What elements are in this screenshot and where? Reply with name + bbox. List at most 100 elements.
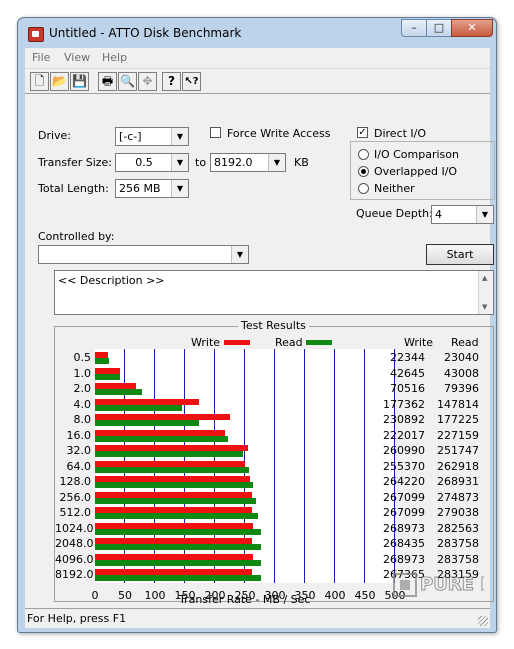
read-value: 262918 xyxy=(437,459,479,473)
chevron-down-icon[interactable]: ▼ xyxy=(171,154,188,171)
chevron-down-icon[interactable]: ▼ xyxy=(171,180,188,197)
read-bar xyxy=(95,451,243,457)
transfer-size-label: 4096.0 xyxy=(55,552,94,566)
transfer-size-label: 64.0 xyxy=(66,459,92,473)
chevron-down-icon[interactable]: ▼ xyxy=(268,154,285,171)
title-bar[interactable]: Untitled - ATTO Disk Benchmark – □ ✕ xyxy=(18,18,496,48)
write-value: 70516 xyxy=(390,382,425,395)
transfer-to-value: 8192.0 xyxy=(214,156,253,169)
x-tick-label: 0 xyxy=(91,589,99,602)
print-icon[interactable]: 🖶 xyxy=(98,72,117,91)
chevron-down-icon[interactable]: ▼ xyxy=(476,206,493,223)
transfer-size-label: 2048.0 xyxy=(55,537,94,550)
chevron-down-icon[interactable]: ▼ xyxy=(171,128,188,145)
write-value: 268973 xyxy=(383,521,425,535)
grid-line xyxy=(274,349,275,583)
total-length-select[interactable]: 256 MB ▼ xyxy=(115,179,189,198)
grid-line xyxy=(304,349,305,583)
read-bar xyxy=(95,466,250,473)
start-button[interactable]: Start xyxy=(426,244,494,265)
window-title: Untitled - ATTO Disk Benchmark xyxy=(49,26,242,40)
controlled-by-label: Controlled by: xyxy=(38,230,115,243)
direct-io-checkbox[interactable]: ✓ xyxy=(357,127,368,138)
minimize-button[interactable]: – xyxy=(401,19,427,37)
transfer-size-from-select[interactable]: 0.5 ▼ xyxy=(115,153,189,172)
read-value: 147814 xyxy=(437,397,479,411)
read-bar xyxy=(95,497,257,504)
read-value: 227159 xyxy=(437,428,479,442)
menu-view[interactable]: View xyxy=(64,51,90,64)
transfer-size-label: 0.5 xyxy=(73,351,92,364)
write-value: 268435 xyxy=(383,537,425,550)
write-value: 264220 xyxy=(383,475,425,488)
drive-value: [-c-] xyxy=(119,130,142,143)
grid-line xyxy=(334,349,335,583)
help-icon[interactable]: ? xyxy=(162,72,181,91)
force-write-checkbox[interactable] xyxy=(210,127,221,138)
read-value: 268931 xyxy=(437,475,479,488)
close-button[interactable]: ✕ xyxy=(451,19,493,37)
write-legend-swatch xyxy=(224,340,250,345)
neither-radio[interactable] xyxy=(358,183,369,194)
to-label: to xyxy=(195,156,207,169)
total-length-value: 256 MB xyxy=(119,182,161,195)
write-value: 177362 xyxy=(383,397,425,411)
write-value: 267099 xyxy=(383,490,425,504)
overlapped-io-radio[interactable] xyxy=(358,166,369,177)
grid-line xyxy=(364,349,365,583)
drive-label: Drive: xyxy=(38,129,72,142)
purepc-watermark-logo: PURE PC xyxy=(393,573,484,597)
io-comparison-radio[interactable] xyxy=(358,149,369,160)
kb-label: KB xyxy=(294,156,309,169)
read-bar xyxy=(95,575,261,581)
write-value: 255370 xyxy=(383,459,425,473)
transfer-size-to-select[interactable]: 8192.0 ▼ xyxy=(210,153,286,172)
read-value: 279038 xyxy=(437,506,479,519)
transfer-size-label: 8.0 xyxy=(73,413,92,426)
description-box[interactable]: << Description >> ▲ ▼ xyxy=(54,270,494,315)
main-panel: Drive: [-c-] ▼ Force Write Access ✓ Dire… xyxy=(25,94,495,608)
save-disk-icon[interactable]: 💾 xyxy=(70,72,89,91)
transfer-size-label: 512.0 xyxy=(59,506,92,519)
description-scrollbar[interactable]: ▲ ▼ xyxy=(478,271,493,314)
test-results-title: Test Results xyxy=(238,319,309,332)
transfer-size-label: 128.0 xyxy=(59,475,92,488)
read-value: 274873 xyxy=(437,490,479,504)
print-preview-icon[interactable]: 🔍 xyxy=(118,72,137,91)
write-value: 267099 xyxy=(383,506,425,519)
open-folder-icon[interactable]: 📂 xyxy=(50,72,69,91)
maximize-button[interactable]: □ xyxy=(426,19,452,37)
transfer-from-value: 0.5 xyxy=(135,156,153,169)
overlapped-io-label: Overlapped I/O xyxy=(374,165,458,178)
context-help-icon[interactable]: ↖? xyxy=(182,72,201,91)
write-value: 222017 xyxy=(383,428,425,442)
read-bar xyxy=(95,482,253,488)
transfer-size-label: 2.0 xyxy=(73,382,92,395)
bar-chart-plot xyxy=(95,349,395,583)
drive-select[interactable]: [-c-] ▼ xyxy=(115,127,189,146)
read-bar xyxy=(95,404,182,411)
read-value: 283758 xyxy=(437,537,479,550)
force-write-label: Force Write Access xyxy=(227,127,331,140)
transfer-size-label: 16.0 xyxy=(66,428,92,442)
read-bar xyxy=(95,513,259,519)
menu-bar: File View Help xyxy=(25,48,490,68)
queue-depth-select[interactable]: 4 ▼ xyxy=(431,205,494,224)
io-comparison-label: I/O Comparison xyxy=(374,148,459,161)
move-icon[interactable]: ✥ xyxy=(138,72,157,91)
transfer-size-label: 8192.0 xyxy=(55,568,94,581)
transfer-size-label: 256.0 xyxy=(59,490,92,504)
read-value: 177225 xyxy=(437,413,479,426)
scroll-down-icon[interactable]: ▼ xyxy=(482,303,487,311)
new-file-icon[interactable]: 🗋 xyxy=(30,72,49,91)
controlled-by-select[interactable]: ▼ xyxy=(38,245,249,264)
menu-help[interactable]: Help xyxy=(102,51,127,64)
scroll-up-icon[interactable]: ▲ xyxy=(482,274,487,282)
write-value: 230892 xyxy=(383,413,425,426)
chevron-down-icon[interactable]: ▼ xyxy=(231,246,248,263)
menu-file[interactable]: File xyxy=(32,51,50,64)
read-column-header: Read xyxy=(451,336,479,349)
x-tick-label: 50 xyxy=(118,589,132,602)
read-value: 43008 xyxy=(444,366,479,380)
read-bar xyxy=(95,373,121,380)
